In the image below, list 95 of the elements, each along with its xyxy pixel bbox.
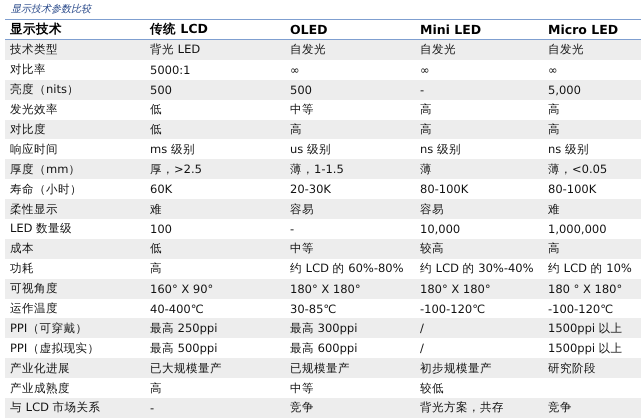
table-cell: 薄 xyxy=(415,159,543,180)
table-cell: - xyxy=(145,398,285,418)
table-cell: 背光方案，共存 xyxy=(415,398,543,418)
table-cell: 低 xyxy=(145,238,285,259)
table-cell: 80-100K xyxy=(415,179,543,200)
row-header: 产业化进展 xyxy=(5,358,145,378)
table-cell: 5000:1 xyxy=(145,60,285,80)
table-cell: 已规模量产 xyxy=(285,358,415,378)
table-cell: 180 ° X 180° xyxy=(543,278,641,299)
table-cell: 180° X 180° xyxy=(415,278,543,299)
row-header: 可视角度 xyxy=(5,278,145,299)
table-cell: 约 LCD 的 30%-40% xyxy=(415,258,543,279)
table-cell: 30-85℃ xyxy=(285,298,415,318)
row-header: 成本 xyxy=(5,238,145,259)
table-cell: 竞争 xyxy=(543,398,641,418)
table-cell: 160° X 90° xyxy=(145,278,285,299)
table-cell: 1500ppi 以上 xyxy=(543,338,641,358)
table-cell: 40-400℃ xyxy=(145,298,285,318)
table-cell: 高 xyxy=(145,378,285,398)
table-cell: 约 LCD 的 60%-80% xyxy=(285,258,415,279)
table-cell: 竞争 xyxy=(285,398,415,418)
table-cell: / xyxy=(415,318,543,338)
table-cell: 中等 xyxy=(285,238,415,259)
table-caption: 显示技术参数比较 xyxy=(10,3,91,17)
table-cell: 难 xyxy=(543,199,641,220)
table-cell: 500 xyxy=(285,80,415,100)
table-cell: 500 xyxy=(145,80,285,100)
table-cell: 容易 xyxy=(415,199,543,220)
row-header: PPI（虚拟现实） xyxy=(5,338,145,358)
table-cell: 难 xyxy=(145,199,285,220)
table-cell: 研究阶段 xyxy=(543,358,641,378)
table-cell: 高 xyxy=(145,258,285,279)
row-header: 与 LCD 市场关系 xyxy=(5,398,145,418)
table-cell: 背光 LED xyxy=(145,40,285,60)
table-cell: 最高 600ppi xyxy=(285,338,415,358)
table-cell: 薄，1-1.5 xyxy=(285,159,415,180)
row-header: PPI（可穿戴） xyxy=(5,318,145,338)
table-cell: 自发光 xyxy=(285,40,415,60)
table-cell: ms 级别 xyxy=(145,139,285,160)
table-cell: -100-120℃ xyxy=(543,298,641,318)
table-cell: ∞ xyxy=(415,60,543,80)
table-cell: ∞ xyxy=(285,60,415,80)
table-cell: 高 xyxy=(285,120,415,140)
row-header: LED 数量级 xyxy=(5,219,145,239)
table-cell: 最高 250ppi xyxy=(145,318,285,338)
table-cell: 低 xyxy=(145,120,285,140)
table-cell: 高 xyxy=(543,120,641,140)
row-header: 发光效率 xyxy=(5,100,145,120)
table-cell: 约 LCD 的 10% xyxy=(543,258,641,279)
table-cell: 1,000,000 xyxy=(543,219,641,239)
table-cell: ∞ xyxy=(543,60,641,80)
table-cell: ns 级别 xyxy=(415,139,543,160)
row-header: 寿命（小时） xyxy=(5,179,145,200)
table-cell: 容易 xyxy=(285,199,415,220)
row-header: 对比度 xyxy=(5,120,145,140)
table-cell: 80-100K xyxy=(543,179,641,200)
table-cell: 180° X 180° xyxy=(285,278,415,299)
table-cell: 1500ppi 以上 xyxy=(543,318,641,338)
table-cell: / xyxy=(415,338,543,358)
row-header: 柔性显示 xyxy=(5,199,145,220)
table-cell: 较低 xyxy=(415,378,543,398)
row-header: 厚度（mm） xyxy=(5,159,145,180)
table-cell: -100-120℃ xyxy=(415,298,543,318)
table-cell: 已大规模量产 xyxy=(145,358,285,378)
table-cell: 高 xyxy=(415,100,543,120)
table-cell: 高 xyxy=(415,120,543,140)
table-cell: 薄，<0.05 xyxy=(543,159,641,180)
table-cell: 高 xyxy=(543,238,641,259)
table-cell: 初步规模量产 xyxy=(415,358,543,378)
table-cell: 100 xyxy=(145,219,285,239)
row-header: 对比率 xyxy=(5,60,145,80)
table-cell: ns 级别 xyxy=(543,139,641,160)
row-header: 亮度（nits） xyxy=(5,80,145,100)
row-header: 功耗 xyxy=(5,258,145,279)
table-cell: 中等 xyxy=(285,378,415,398)
table-cell: 最高 300ppi xyxy=(285,318,415,338)
table-cell: 20-30K xyxy=(285,179,415,200)
row-header: 响应时间 xyxy=(5,139,145,160)
table-cell: - xyxy=(415,80,543,100)
row-header: 技术类型 xyxy=(5,40,145,60)
table-cell: 厚，>2.5 xyxy=(145,159,285,180)
table-cell: 较高 xyxy=(415,238,543,259)
table-cell: 自发光 xyxy=(415,40,543,60)
table-cell: 5,000 xyxy=(543,80,641,100)
row-header: 产业成熟度 xyxy=(5,378,145,398)
table-cell: 高 xyxy=(543,100,641,120)
table-cell: 10,000 xyxy=(415,219,543,239)
table-cell: 自发光 xyxy=(543,40,641,60)
row-header: 运作温度 xyxy=(5,298,145,318)
table-cell: us 级别 xyxy=(285,139,415,160)
table-cell: - xyxy=(285,219,415,239)
table-cell: 低 xyxy=(145,100,285,120)
table-cell: 60K xyxy=(145,179,285,200)
table-cell: 中等 xyxy=(285,100,415,120)
table-cell: 最高 500ppi xyxy=(145,338,285,358)
